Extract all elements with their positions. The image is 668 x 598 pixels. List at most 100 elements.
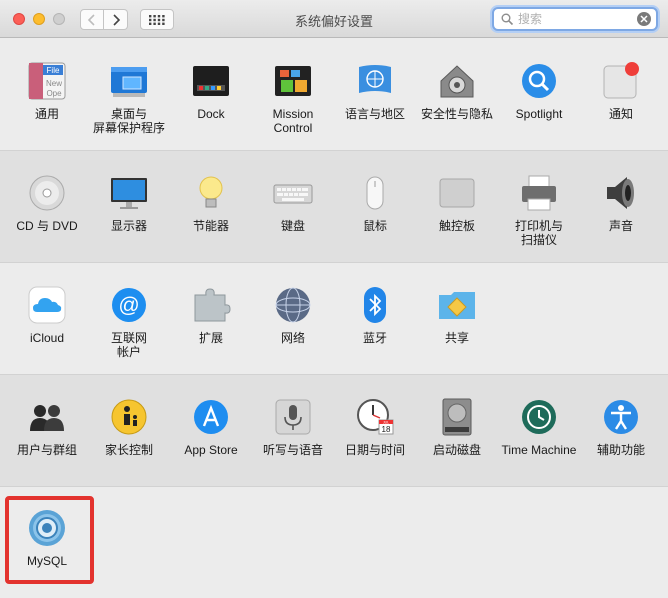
pane-label: App Store xyxy=(184,443,238,457)
window-title: 系统偏好设置 xyxy=(294,14,373,29)
pane-label: Mission Control xyxy=(272,107,314,135)
section-other xyxy=(0,487,668,598)
accessibility-icon xyxy=(604,400,638,434)
pane-trackpad[interactable]: 触控板 xyxy=(416,173,498,233)
pane-label: 日期与时间 xyxy=(344,443,405,457)
speaker-icon xyxy=(607,177,634,209)
pane-notifications[interactable]: 通知 xyxy=(580,61,662,121)
mission-control-icon xyxy=(275,66,311,96)
highlight-box xyxy=(5,496,94,584)
pane-cd-dvd[interactable]: CD 与 DVD xyxy=(6,173,88,233)
calendar-day: 18 xyxy=(382,425,391,434)
display-icon xyxy=(111,178,147,209)
desktop-icon xyxy=(111,67,147,97)
pane-label: 互联网 帐户 xyxy=(110,331,147,359)
forward-button[interactable] xyxy=(104,9,128,30)
minimize-window-button[interactable] xyxy=(33,13,45,25)
clear-search-button[interactable] xyxy=(637,12,651,26)
pane-label: 扩展 xyxy=(198,331,223,345)
time-machine-icon xyxy=(522,400,556,434)
clock-calendar-icon: JUL 18 xyxy=(357,399,394,435)
chevron-left-icon xyxy=(87,13,95,26)
pane-language-region[interactable]: 语言与地区 xyxy=(334,61,416,121)
flag-icon xyxy=(359,65,391,93)
pane-label: 蓝牙 xyxy=(362,331,387,345)
puzzle-icon xyxy=(194,288,231,322)
pane-mission-control[interactable]: Mission Control xyxy=(252,61,334,135)
pane-date-time[interactable]: JUL 18 日期与时间 xyxy=(334,397,416,457)
general-icon-text-1: File xyxy=(47,66,60,75)
title-bar: 系统偏好设置 xyxy=(0,0,668,38)
pane-printers-scanners[interactable]: 打印机与 扫描仪 xyxy=(498,173,580,247)
printer-icon xyxy=(522,175,556,211)
pane-sharing[interactable]: 共享 xyxy=(416,285,498,345)
at-sign-icon: @ xyxy=(112,288,146,322)
pane-label: 网络 xyxy=(280,331,305,345)
pane-icloud[interactable]: iCloud xyxy=(6,285,88,345)
at-sign-glyph: @ xyxy=(118,294,139,317)
hard-disk-icon xyxy=(442,398,472,436)
pane-label: 打印机与 扫描仪 xyxy=(514,219,563,247)
pane-bluetooth[interactable]: 蓝牙 xyxy=(334,285,416,345)
search-input[interactable] xyxy=(518,11,628,27)
grid-icon xyxy=(149,14,165,25)
spotlight-icon xyxy=(522,64,556,98)
mouse-icon xyxy=(366,176,384,210)
pane-network[interactable]: 网络 xyxy=(252,285,334,345)
pane-spotlight[interactable]: Spotlight xyxy=(498,61,580,121)
pane-energy-saver[interactable]: 节能器 xyxy=(170,173,252,233)
pane-label: 声音 xyxy=(608,219,633,233)
pane-extensions[interactable]: 扩展 xyxy=(170,285,252,345)
chevron-right-icon xyxy=(112,13,120,26)
pane-label: 共享 xyxy=(444,331,469,345)
show-all-button[interactable] xyxy=(140,9,174,30)
pane-desktop-screensaver[interactable]: 桌面与 屏幕保护程序 xyxy=(88,61,170,135)
app-store-icon xyxy=(194,400,228,434)
pane-time-machine[interactable]: Time Machine xyxy=(498,397,580,457)
globe-icon xyxy=(275,287,311,323)
cd-icon xyxy=(29,175,65,211)
pane-label: 键盘 xyxy=(280,219,305,233)
close-window-button[interactable] xyxy=(13,13,25,25)
keyboard-icon xyxy=(273,184,313,204)
pane-label: 桌面与 屏幕保护程序 xyxy=(92,107,165,135)
pane-displays[interactable]: 显示器 xyxy=(88,173,170,233)
folder-sharing-icon xyxy=(439,292,475,319)
pane-internet-accounts[interactable]: @ 互联网 帐户 xyxy=(88,285,170,359)
back-button[interactable] xyxy=(80,9,104,30)
pane-label: 鼠标 xyxy=(362,219,387,233)
pane-label: 通用 xyxy=(34,107,59,121)
pane-label: 安全性与隐私 xyxy=(420,107,493,121)
pane-dock[interactable]: Dock xyxy=(170,61,252,121)
zoom-window-button[interactable] xyxy=(53,13,65,25)
pane-app-store[interactable]: App Store xyxy=(170,397,252,457)
users-icon xyxy=(30,405,64,431)
pane-label: 显示器 xyxy=(110,219,147,233)
pane-accessibility[interactable]: 辅助功能 xyxy=(580,397,662,457)
pane-label: 辅助功能 xyxy=(596,443,645,457)
pane-keyboard[interactable]: 键盘 xyxy=(252,173,334,233)
pane-users-groups[interactable]: 用户与群组 xyxy=(6,397,88,457)
pane-label: 通知 xyxy=(608,107,633,121)
pane-label: 语言与地区 xyxy=(344,107,405,121)
pane-sound[interactable]: 声音 xyxy=(580,173,662,233)
parental-controls-icon xyxy=(111,399,147,435)
pane-label: iCloud xyxy=(29,331,65,345)
trackpad-icon xyxy=(439,178,475,208)
pane-general[interactable]: File New Ope 通用 xyxy=(6,61,88,121)
lightbulb-icon xyxy=(199,176,223,208)
pane-label: Time Machine xyxy=(501,443,577,457)
dock-icon xyxy=(193,66,229,96)
pane-label: 节能器 xyxy=(192,219,229,233)
notifications-icon xyxy=(603,62,639,99)
icloud-icon xyxy=(28,286,66,324)
pane-label: Spotlight xyxy=(515,107,563,121)
calendar-month: JUL xyxy=(383,421,389,425)
pane-startup-disk[interactable]: 启动磁盘 xyxy=(416,397,498,457)
search-field[interactable] xyxy=(492,7,658,31)
pane-dictation-speech[interactable]: 听写与语音 xyxy=(252,397,334,457)
pane-security-privacy[interactable]: 安全性与隐私 xyxy=(416,61,498,121)
pane-mouse[interactable]: 鼠标 xyxy=(334,173,416,233)
pane-parental-controls[interactable]: 家长控制 xyxy=(88,397,170,457)
pane-label: Dock xyxy=(197,107,225,121)
